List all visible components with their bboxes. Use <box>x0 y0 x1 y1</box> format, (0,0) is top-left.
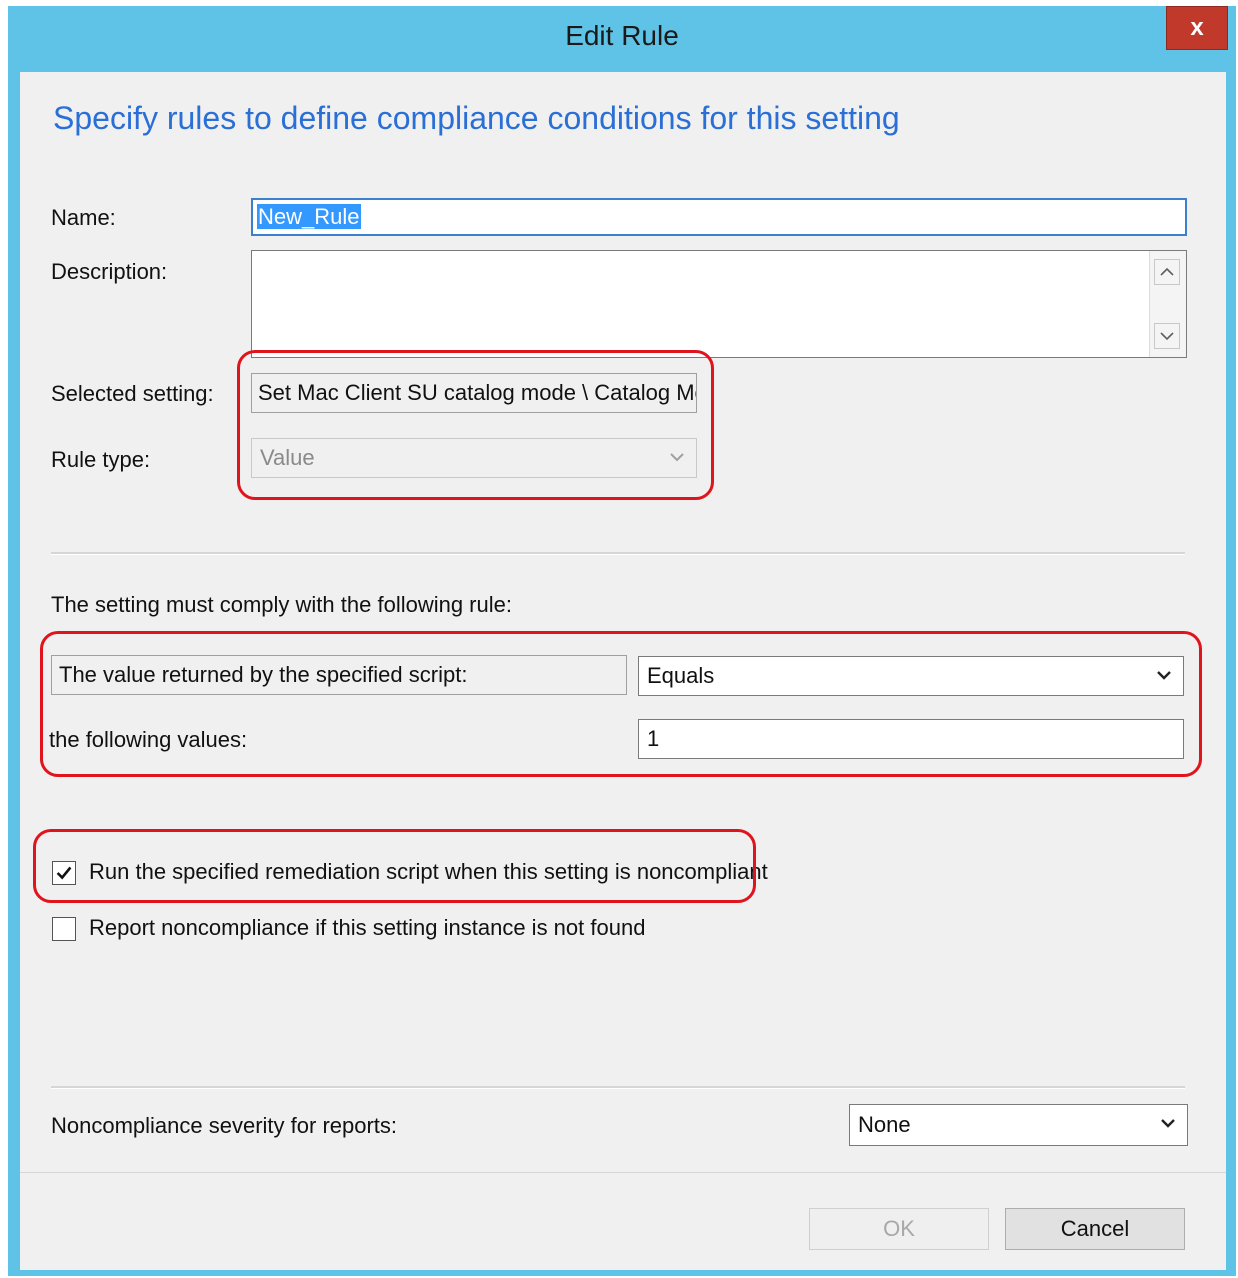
close-button[interactable]: x <box>1166 6 1228 50</box>
report-noncompliance-label[interactable]: Report noncompliance if this setting ins… <box>89 915 645 941</box>
selected-setting-label: Selected setting: <box>51 381 214 406</box>
divider <box>51 552 1185 555</box>
annotation-highlight-rule <box>40 631 1202 777</box>
annotation-highlight-setting <box>237 350 714 500</box>
severity-label: Noncompliance severity for reports: <box>51 1113 398 1138</box>
title-bar[interactable]: Edit Rule x <box>8 6 1236 72</box>
edit-rule-window: Edit Rule x Specify rules to define comp… <box>8 6 1236 1276</box>
name-input-value: New_Rule <box>257 204 361 229</box>
window-title: Edit Rule <box>565 20 679 51</box>
rule-intro-text: The setting must comply with the followi… <box>51 592 512 617</box>
description-textarea[interactable] <box>251 250 1187 358</box>
divider <box>51 1086 1185 1089</box>
severity-value: None <box>858 1112 911 1137</box>
name-input[interactable]: New_Rule <box>251 198 1187 236</box>
description-scrollbar[interactable] <box>1149 251 1186 357</box>
annotation-highlight-remediation <box>33 829 756 903</box>
name-label: Name: <box>51 205 116 230</box>
severity-dropdown[interactable]: None <box>849 1104 1188 1146</box>
ok-button[interactable]: OK <box>809 1208 989 1250</box>
cancel-button[interactable]: Cancel <box>1005 1208 1185 1250</box>
chevron-down-icon <box>1161 1119 1175 1128</box>
dialog-body: Specify rules to define compliance condi… <box>20 72 1226 1270</box>
scroll-up-icon[interactable] <box>1154 259 1180 285</box>
report-noncompliance-checkbox[interactable] <box>52 917 76 941</box>
page-heading: Specify rules to define compliance condi… <box>53 100 900 136</box>
scroll-down-icon[interactable] <box>1154 323 1180 349</box>
button-bar: OK Cancel <box>20 1172 1226 1270</box>
rule-type-label: Rule type: <box>51 447 151 472</box>
description-label: Description: <box>51 259 168 284</box>
